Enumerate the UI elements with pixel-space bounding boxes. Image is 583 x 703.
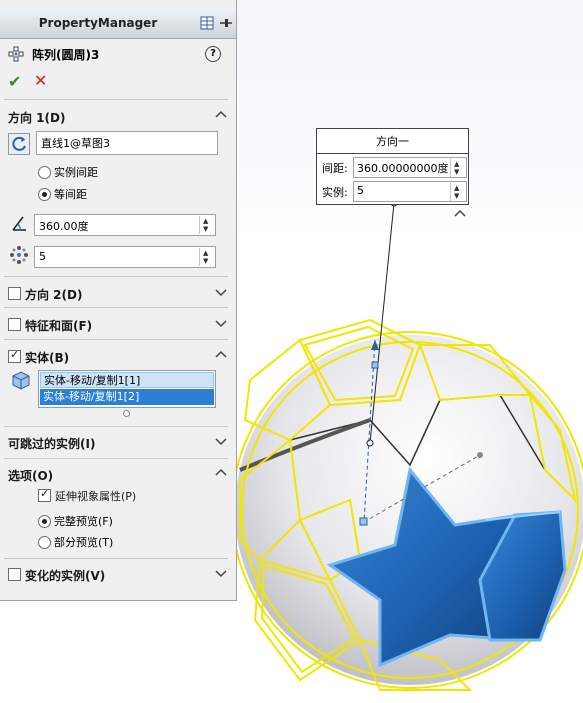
callout-count-label: 实例: bbox=[322, 186, 348, 199]
features-faces-header[interactable]: 特征和面(F) bbox=[8, 315, 228, 333]
spin-icon[interactable]: ▲ ▼ bbox=[450, 159, 465, 177]
direction2-label: 方向 2(D) bbox=[25, 288, 83, 302]
instance-spacing-radio[interactable] bbox=[38, 166, 51, 179]
equal-spacing-radio[interactable] bbox=[38, 188, 51, 201]
callout-title: 方向一 bbox=[376, 135, 409, 148]
rotate-direction-icon[interactable] bbox=[8, 133, 30, 155]
help-icon[interactable]: ? bbox=[205, 46, 221, 62]
direction2-checkbox[interactable] bbox=[8, 287, 21, 300]
partial-preview-label: 部分预览(T) bbox=[54, 536, 114, 549]
full-preview-label: 完整预览(F) bbox=[54, 515, 113, 528]
propagate-visual-label: 延伸视象属性(P) bbox=[55, 490, 137, 503]
solid-body-icon bbox=[12, 371, 30, 390]
feature-name: 阵列(圆周)3 bbox=[32, 48, 100, 62]
propagate-visual-row[interactable]: 延伸视象属性(P) bbox=[38, 486, 218, 504]
instance-spacing-label: 实例间距 bbox=[54, 166, 98, 179]
full-preview-radio[interactable] bbox=[38, 515, 51, 528]
skipped-instances-label: 可跳过的实例(I) bbox=[8, 437, 96, 451]
callout-count-input[interactable]: 5 ▲ ▼ bbox=[353, 181, 467, 202]
chevron-down-icon[interactable] bbox=[214, 316, 228, 330]
equal-spacing-label: 等间距 bbox=[54, 188, 87, 201]
bodies-checkbox[interactable] bbox=[8, 348, 21, 363]
property-manager: PropertyManager 阵列(圆周)3 ? ✔ ✕ 方向 1(D) 直线… bbox=[0, 0, 237, 601]
callout-spacing-label: 间距: bbox=[322, 162, 348, 175]
direction1-header[interactable]: 方向 1(D) bbox=[8, 107, 228, 125]
spin-icon[interactable]: ▲ ▼ bbox=[450, 183, 465, 201]
ok-button[interactable]: ✔ bbox=[8, 72, 21, 91]
instance-count-input[interactable]: 5 ▲ ▼ bbox=[34, 246, 216, 268]
instance-count-icon bbox=[10, 246, 28, 264]
spin-icon[interactable]: ▲ ▼ bbox=[199, 216, 214, 234]
panel-title: PropertyManager bbox=[38, 16, 158, 30]
callout-spacing-input[interactable]: 360.00000000度 ▲ ▼ bbox=[353, 157, 467, 178]
options-header[interactable]: 选项(O) bbox=[8, 465, 228, 483]
direction1-label: 方向 1(D) bbox=[8, 111, 66, 125]
varied-instances-label: 变化的实例(V) bbox=[25, 569, 106, 583]
chevron-up-icon[interactable] bbox=[214, 348, 228, 362]
graphics-viewport[interactable] bbox=[236, 0, 583, 703]
direction2-header[interactable]: 方向 2(D) bbox=[8, 284, 228, 302]
varied-instances-checkbox[interactable] bbox=[8, 568, 21, 581]
direction-callout: 方向一 间距: 360.00000000度 ▲ ▼ 实例: 5 ▲ ▼ bbox=[316, 128, 469, 205]
chevron-up-icon[interactable] bbox=[214, 108, 228, 122]
bodies-label: 实体(B) bbox=[25, 351, 70, 365]
varied-instances-header[interactable]: 变化的实例(V) bbox=[8, 565, 228, 583]
partial-preview-radio[interactable] bbox=[38, 536, 51, 549]
bodies-list[interactable]: 实体-移动/复制1[1] 实体-移动/复制1[2] bbox=[38, 370, 216, 408]
cancel-button[interactable]: ✕ bbox=[34, 71, 47, 90]
grid-icon[interactable] bbox=[200, 16, 214, 30]
chevron-up-icon[interactable] bbox=[214, 466, 228, 480]
list-item[interactable]: 实体-移动/复制1[2] bbox=[40, 389, 214, 405]
feature-name-row: 阵列(圆周)3 ? bbox=[8, 44, 228, 64]
circular-pattern-icon bbox=[8, 46, 24, 62]
spin-icon[interactable]: ▲ ▼ bbox=[199, 248, 214, 266]
chevron-down-icon[interactable] bbox=[214, 434, 228, 448]
options-label: 选项(O) bbox=[8, 469, 54, 483]
list-resize-handle[interactable] bbox=[123, 410, 130, 417]
angle-input[interactable]: 360.00度 ▲ ▼ bbox=[34, 214, 216, 236]
propagate-visual-checkbox[interactable] bbox=[38, 487, 51, 502]
angle-icon bbox=[12, 216, 26, 231]
features-faces-label: 特征和面(F) bbox=[25, 319, 93, 333]
bodies-header[interactable]: 实体(B) bbox=[8, 347, 228, 365]
callout-collapse-icon[interactable] bbox=[454, 209, 466, 217]
axis-selection-field[interactable]: 直线1@草图3 bbox=[36, 131, 218, 155]
property-manager-header: PropertyManager bbox=[0, 10, 236, 39]
chevron-down-icon[interactable] bbox=[214, 566, 228, 580]
pin-icon[interactable] bbox=[219, 16, 233, 30]
chevron-down-icon[interactable] bbox=[214, 285, 228, 299]
features-faces-checkbox[interactable] bbox=[8, 318, 21, 331]
skipped-instances-header[interactable]: 可跳过的实例(I) bbox=[8, 433, 228, 451]
list-item[interactable]: 实体-移动/复制1[1] bbox=[40, 372, 214, 388]
